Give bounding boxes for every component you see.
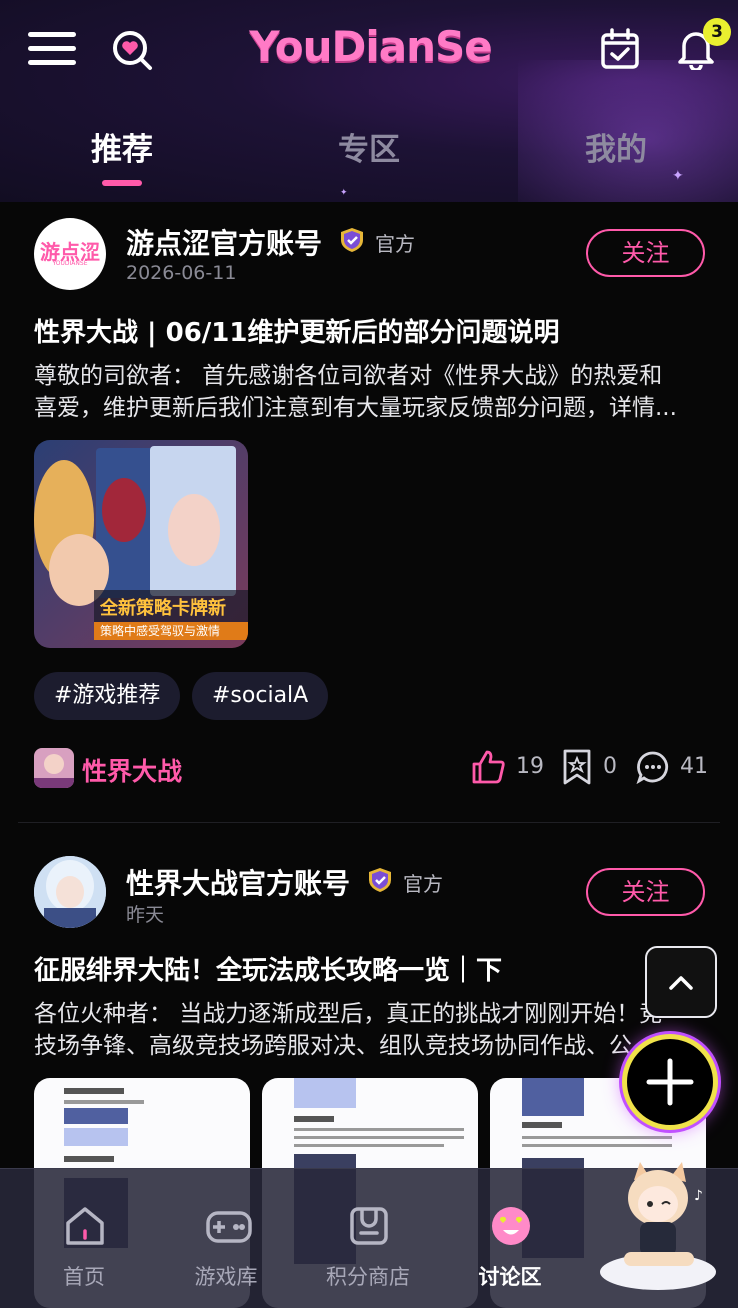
verified-shield-icon (340, 227, 364, 253)
comment-count: 41 (680, 754, 708, 779)
nav-label: 积分商店 (326, 1265, 410, 1289)
game-link[interactable]: 性界大战 (82, 752, 182, 788)
shop-icon (350, 1207, 388, 1245)
excerpt-line: 各位火种者： 当战力逐渐成型后，真正的挑战才刚刚开始！竞 (34, 1001, 663, 1027)
post-excerpt[interactable]: 尊敬的司欲者： 首先感谢各位司欲者对《性界大战》的热爱和 喜爱，维护更新后我们注… (34, 360, 704, 424)
sparkle-decoration: ✦ (340, 188, 348, 198)
avatar-logo-subtext: YOUDIANSE (52, 260, 88, 267)
excerpt-line: 尊敬的司欲者： 首先感谢各位司欲者对《性界大战》的热爱和 (34, 363, 663, 389)
menu-icon[interactable] (28, 30, 78, 68)
app-logo: YouDianSe (249, 22, 493, 71)
verified-shield-icon (368, 867, 392, 893)
image-subcaption: 策略中感受驾驭与激情 (100, 624, 221, 638)
mascot-character[interactable]: ♪ (594, 1160, 720, 1294)
post-date: 昨天 (126, 904, 165, 926)
heart-eyes-icon (492, 1207, 530, 1245)
hashtag-chip[interactable]: #socialA (192, 672, 329, 720)
nav-label: 讨论区 (478, 1265, 542, 1289)
official-label: 官方 (375, 232, 415, 256)
tab-zone[interactable]: 专区 (299, 124, 439, 169)
nav-label: 游戏库 (194, 1265, 258, 1289)
bookmark-icon[interactable] (562, 748, 592, 790)
official-label: 官方 (403, 872, 443, 896)
bookmark-count: 0 (603, 754, 617, 779)
feed-tabs: 推荐 专区 我的 (0, 118, 738, 188)
image-caption: 全新策略卡牌新 (100, 598, 226, 619)
post-excerpt[interactable]: 各位火种者： 当战力逐渐成型后，真正的挑战才刚刚开始！竞 技场争锋、高级竞技场跨… (34, 998, 704, 1062)
nav-item-game-library[interactable]: 游戏库 (156, 1169, 296, 1308)
like-icon[interactable] (470, 749, 506, 789)
nav-item-discussion[interactable]: 讨论区 (440, 1169, 580, 1308)
active-tab-indicator (102, 180, 142, 186)
app-header: ✦ ✦ YouDianSe 3 推荐 专区 我的 (0, 0, 738, 202)
chevron-up-icon (669, 976, 693, 990)
excerpt-line: 喜爱，维护更新后我们注意到有大量玩家反馈部分问题，详情... (34, 395, 677, 421)
post-date: 2026-06-11 (126, 262, 237, 284)
follow-button[interactable]: 关注 (586, 868, 705, 916)
nav-item-points-shop[interactable]: 积分商店 (298, 1169, 438, 1308)
plus-icon (646, 1058, 694, 1106)
nav-label: 首页 (63, 1265, 105, 1289)
post-title[interactable]: 性界大战 | 06/11维护更新后的部分问题说明 (34, 312, 714, 349)
search-icon[interactable] (110, 28, 154, 72)
tab-recommend[interactable]: 推荐 (52, 124, 192, 169)
like-count: 19 (516, 754, 544, 779)
calendar-checkin-icon[interactable] (600, 28, 640, 70)
nav-item-home[interactable]: 首页 (14, 1169, 154, 1308)
post-card[interactable]: 游点涩 YOUDIANSE 游点涩官方账号 官方 2026-06-11 关注 性… (0, 202, 738, 822)
excerpt-line: 技场争锋、高级竞技场跨服对决、组队竞技场协同作战、公 (34, 1033, 632, 1059)
game-thumbnail[interactable] (34, 748, 74, 788)
author-avatar[interactable]: 游点涩 YOUDIANSE (34, 218, 106, 290)
gamepad-icon (206, 1211, 252, 1243)
scroll-to-top-button[interactable] (645, 946, 717, 1018)
hashtag-chip[interactable]: #游戏推荐 (34, 672, 181, 720)
author-name[interactable]: 性界大战官方账号 (126, 862, 350, 902)
follow-button[interactable]: 关注 (586, 229, 705, 277)
author-name[interactable]: 游点涩官方账号 (126, 222, 322, 262)
tab-mine[interactable]: 我的 (546, 124, 686, 169)
post-title[interactable]: 征服绯界大陆！全玩法成长攻略一览｜下 (34, 950, 714, 987)
home-icon (66, 1207, 104, 1245)
post-image[interactable]: 全新策略卡牌新 策略中感受驾驭与激情 (34, 440, 248, 648)
svg-text:♪: ♪ (694, 1188, 703, 1204)
notification-badge: 3 (703, 18, 731, 46)
author-avatar[interactable] (34, 856, 106, 928)
create-post-button[interactable] (622, 1034, 718, 1130)
comment-icon[interactable] (636, 750, 670, 788)
